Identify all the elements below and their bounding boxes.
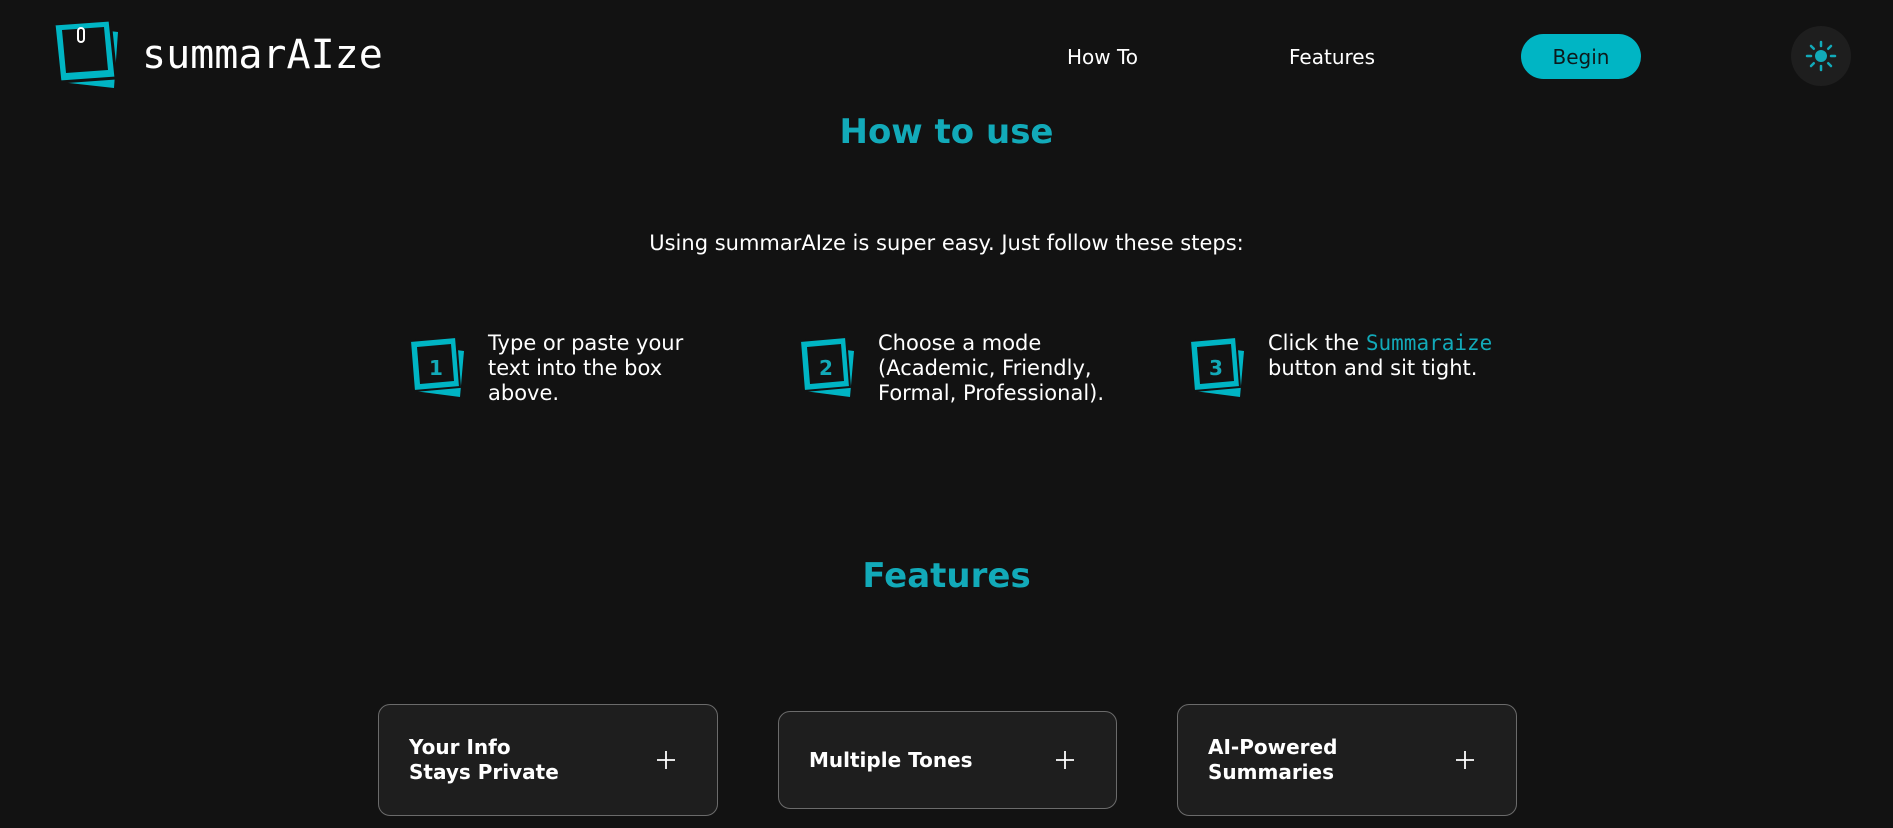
step-3: 3 Click the Summaraize button and sit ti… xyxy=(1186,331,1508,399)
features-title: Features xyxy=(862,556,1031,596)
logo-link[interactable]: summarAIze xyxy=(48,20,383,90)
step-text-before: Click the xyxy=(1268,331,1360,355)
plus-icon[interactable] xyxy=(1054,749,1076,771)
step-text: Type or paste your text into the box abo… xyxy=(488,331,684,405)
step-number: 3 xyxy=(1209,356,1223,380)
brand-name: summarAIze xyxy=(142,32,383,78)
howto-title: How to use xyxy=(839,112,1054,152)
nav-features-link[interactable]: Features xyxy=(1289,43,1375,71)
step-2: 2 Choose a mode (Academic, Friendly, For… xyxy=(796,331,1128,406)
step-number: 2 xyxy=(819,356,833,380)
step-text: Choose a mode (Academic, Friendly, Forma… xyxy=(878,331,1105,405)
feature-card-privacy[interactable]: Your Info Stays Private xyxy=(378,704,718,816)
step-1: 1 Type or paste your text into the box a… xyxy=(406,331,728,406)
step-number-badge: 2 xyxy=(796,337,856,399)
plus-icon[interactable] xyxy=(655,749,677,771)
sun-icon xyxy=(1805,40,1837,72)
feature-card-title: Multiple Tones xyxy=(809,747,973,772)
summaraize-highlight: Summaraize xyxy=(1365,331,1493,355)
feature-card-title: AI-Powered Summaries xyxy=(1208,735,1338,784)
theme-toggle-button[interactable] xyxy=(1791,26,1851,86)
nav-howto-link[interactable]: How To xyxy=(1067,43,1138,71)
page: summarAIze How To Features Begin How to … xyxy=(0,0,1893,828)
step-number-badge: 3 xyxy=(1186,337,1246,399)
feature-card-tones[interactable]: Multiple Tones xyxy=(778,711,1117,809)
step-number: 1 xyxy=(429,356,443,380)
logo-icon xyxy=(52,20,118,88)
feature-card-title: Your Info Stays Private xyxy=(409,735,559,784)
step-text: Click the Summaraize button and sit tigh… xyxy=(1268,331,1508,381)
step-text-after: button and sit tight. xyxy=(1268,356,1478,380)
feature-card-ai[interactable]: AI-Powered Summaries xyxy=(1177,704,1517,816)
begin-button[interactable]: Begin xyxy=(1521,34,1641,79)
plus-icon[interactable] xyxy=(1454,749,1476,771)
step-number-badge: 1 xyxy=(406,337,466,399)
howto-intro: Using summarAIze is super easy. Just fol… xyxy=(649,231,1244,255)
